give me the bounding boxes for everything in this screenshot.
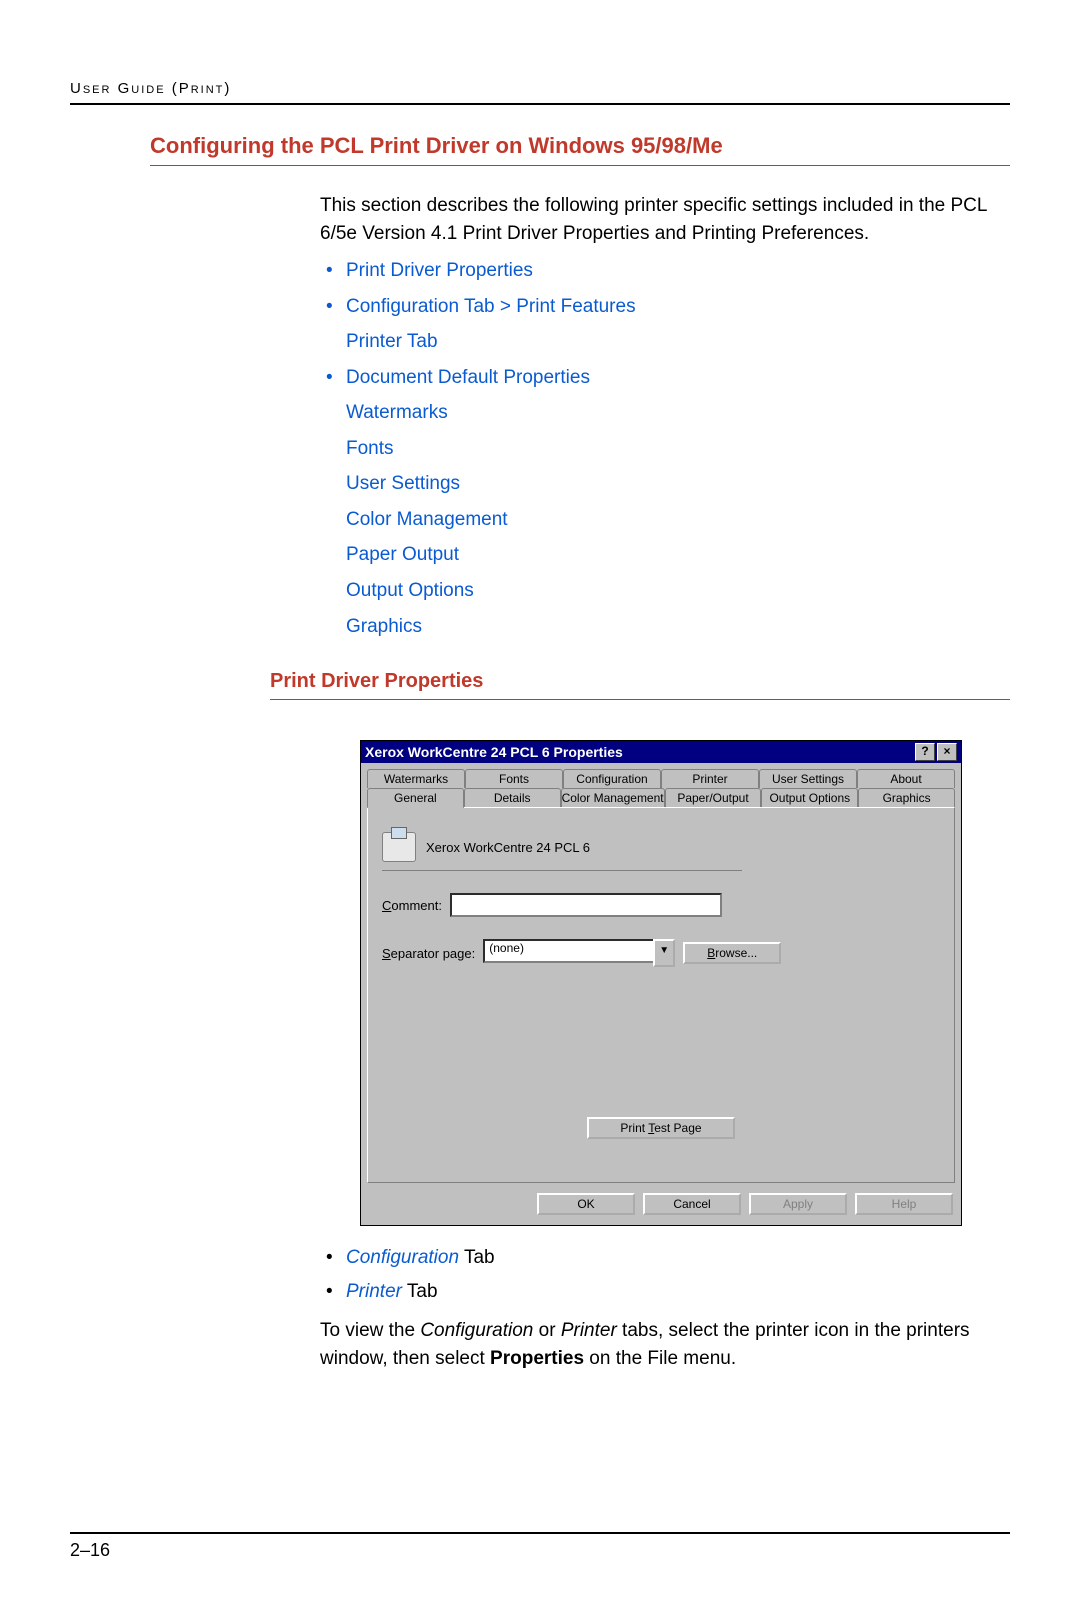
tab-panel-general: Xerox WorkCentre 24 PCL 6 Comment: Separ…: [367, 807, 955, 1183]
link-configuration-tab-2[interactable]: Configuration: [346, 1247, 459, 1268]
comment-label: Comment:: [382, 898, 442, 913]
help-button-footer[interactable]: Help: [855, 1193, 953, 1215]
list-item: Printer Tab: [320, 1278, 1000, 1306]
link-output-options[interactable]: Output Options: [346, 577, 1000, 605]
link-text: Configuration Tab > Print Features: [346, 296, 636, 317]
dialog-title: Xerox WorkCentre 24 PCL 6 Properties: [365, 744, 913, 760]
dialog-footer: OK Cancel Apply Help: [361, 1183, 961, 1225]
header-rule: [70, 103, 1010, 105]
ok-button[interactable]: OK: [537, 1193, 635, 1215]
intro-paragraph: This section describes the following pri…: [320, 192, 1000, 247]
print-test-page-button[interactable]: Print Test Page: [587, 1117, 735, 1139]
dialog-titlebar: Xerox WorkCentre 24 PCL 6 Properties ? ×: [361, 741, 961, 763]
section-title: Configuring the PCL Print Driver on Wind…: [150, 133, 1010, 159]
apply-button[interactable]: Apply: [749, 1193, 847, 1215]
tab-row-front: General Details Color Management Paper/O…: [367, 788, 955, 807]
suffix: Tab: [402, 1281, 438, 1302]
tab-user-settings[interactable]: User Settings: [759, 769, 857, 788]
page-number: 2–16: [70, 1540, 1010, 1561]
instruction-paragraph: To view the Configuration or Printer tab…: [320, 1317, 1000, 1372]
help-button[interactable]: ?: [915, 743, 935, 761]
tab-printer[interactable]: Printer: [661, 769, 759, 788]
cancel-button[interactable]: Cancel: [643, 1193, 741, 1215]
tab-watermarks[interactable]: Watermarks: [367, 769, 465, 788]
link-color-management[interactable]: Color Management: [346, 506, 1000, 534]
link-text: Document Default Properties: [346, 367, 590, 388]
tab-about[interactable]: About: [857, 769, 955, 788]
link-watermarks[interactable]: Watermarks: [346, 399, 1000, 427]
subsection-rule: [270, 699, 1010, 700]
suffix: Tab: [459, 1247, 495, 1268]
subsection-title: Print Driver Properties: [270, 670, 1010, 693]
link-user-settings[interactable]: User Settings: [346, 470, 1000, 498]
chevron-down-icon[interactable]: ▼: [653, 939, 675, 967]
tab-fonts[interactable]: Fonts: [465, 769, 563, 788]
section-rule: [150, 165, 1010, 166]
footer-rule: [70, 1532, 1010, 1534]
link-print-driver-properties[interactable]: Print Driver Properties: [320, 257, 1000, 285]
comment-input[interactable]: [450, 893, 722, 917]
separator-page-combo[interactable]: (none) ▼: [483, 939, 675, 967]
topic-link-list: Print Driver Properties Configuration Ta…: [320, 257, 1000, 640]
tab-row-back: Watermarks Fonts Configuration Printer U…: [367, 769, 955, 788]
tab-output-options[interactable]: Output Options: [761, 788, 858, 807]
link-printer-tab-2[interactable]: Printer: [346, 1281, 402, 1302]
tab-details[interactable]: Details: [464, 788, 561, 807]
link-paper-output[interactable]: Paper Output: [346, 541, 1000, 569]
below-dialog-list: Configuration Tab Printer Tab: [320, 1244, 1000, 1305]
tab-color-management[interactable]: Color Management: [561, 788, 665, 807]
tab-paper-output[interactable]: Paper/Output: [665, 788, 762, 807]
separator-page-value: (none): [483, 939, 653, 963]
list-item: Configuration Tab: [320, 1244, 1000, 1272]
link-fonts[interactable]: Fonts: [346, 435, 1000, 463]
separator-page-label: Separator page:: [382, 946, 475, 961]
properties-dialog: Xerox WorkCentre 24 PCL 6 Properties ? ×…: [360, 740, 962, 1226]
link-graphics[interactable]: Graphics: [346, 613, 1000, 641]
link-printer-tab[interactable]: Printer Tab: [346, 328, 1000, 356]
tab-graphics[interactable]: Graphics: [858, 788, 955, 807]
breadcrumb: User Guide (Print): [70, 80, 1010, 97]
printer-name-label: Xerox WorkCentre 24 PCL 6: [426, 840, 590, 855]
link-document-default-properties[interactable]: Document Default Properties Watermarks F…: [320, 364, 1000, 640]
link-configuration-tab[interactable]: Configuration Tab > Print Features Print…: [320, 293, 1000, 356]
printer-icon: [382, 832, 416, 862]
tab-configuration[interactable]: Configuration: [563, 769, 661, 788]
tab-general[interactable]: General: [367, 788, 464, 808]
close-button[interactable]: ×: [937, 743, 957, 761]
browse-button[interactable]: Browse...: [683, 942, 781, 964]
